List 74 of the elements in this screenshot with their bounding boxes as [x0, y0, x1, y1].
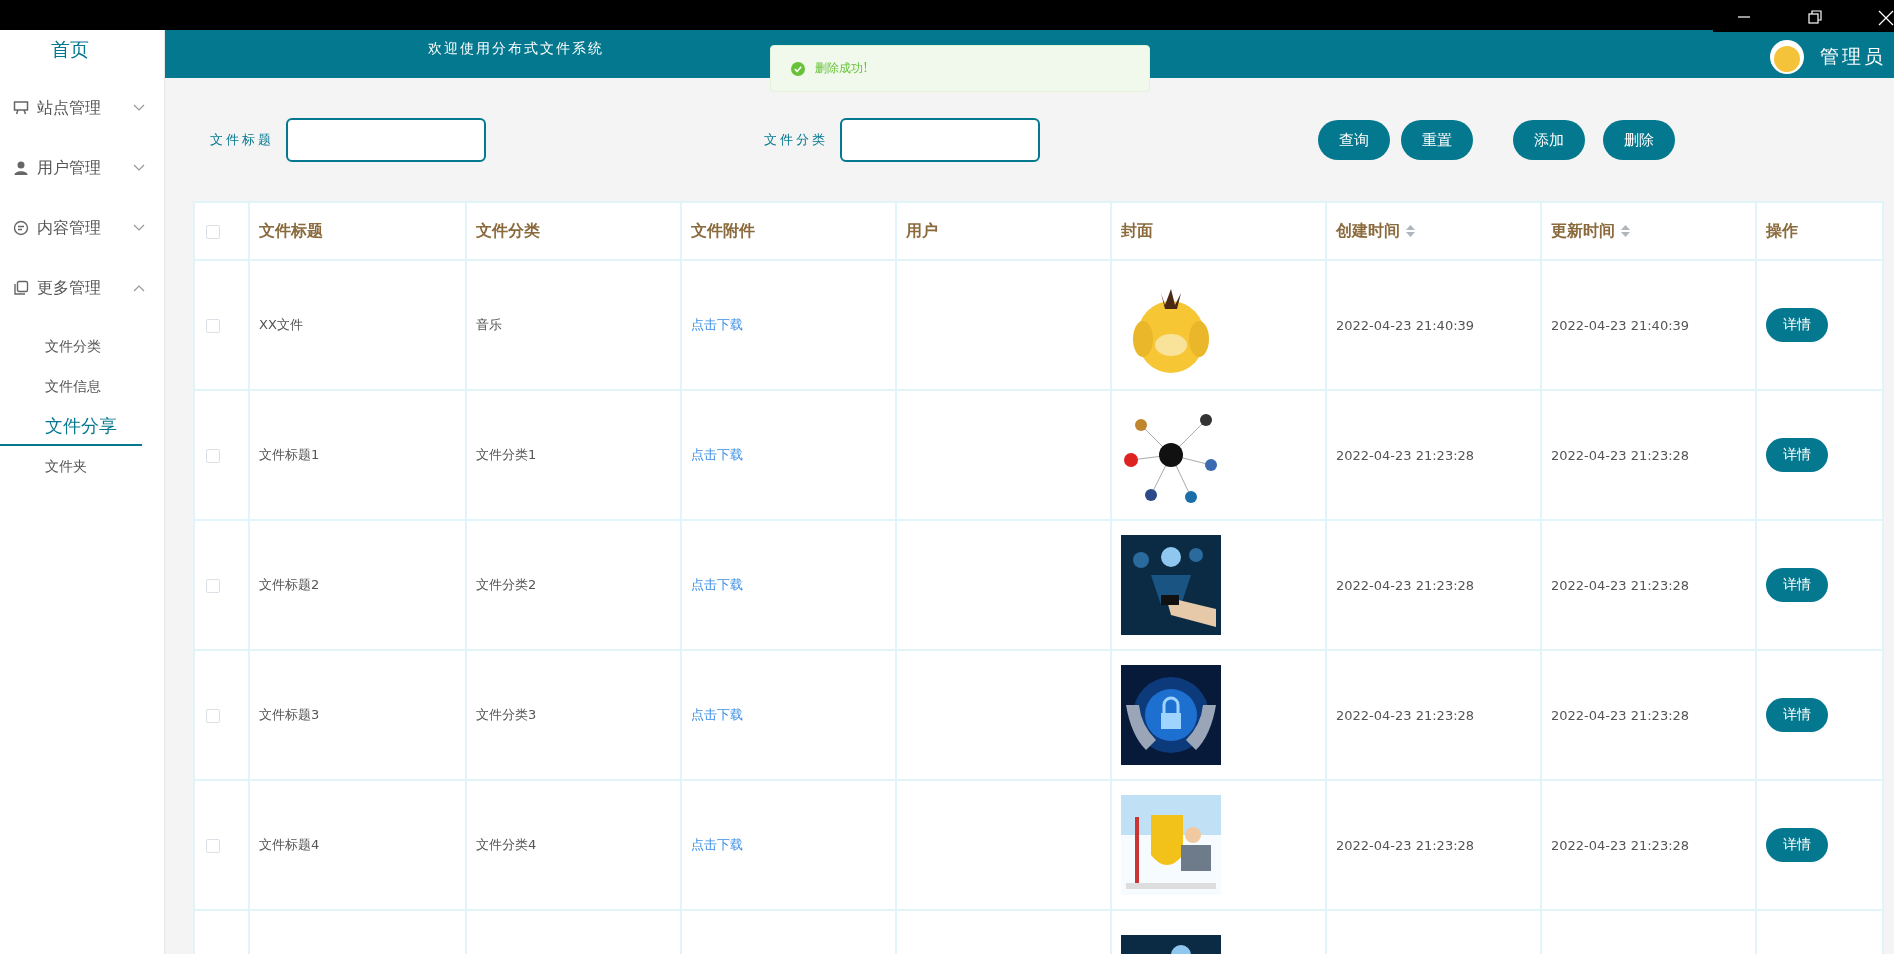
- column-header: 更新时间: [1551, 220, 1615, 240]
- column-header: 封面: [1121, 220, 1153, 240]
- table-cell: 2022-04-23 21:23:28: [1551, 837, 1690, 853]
- table-cell: 文件分类2: [476, 577, 537, 592]
- close-icon[interactable]: [1878, 10, 1894, 26]
- action-button[interactable]: 查询: [1318, 120, 1390, 160]
- details-button[interactable]: 详情: [1766, 308, 1828, 342]
- sort-icon[interactable]: [1406, 225, 1415, 237]
- copy-icon: [13, 280, 29, 296]
- avatar-icon[interactable]: [1770, 40, 1804, 74]
- table-cell: 文件标题2: [259, 577, 320, 592]
- table-cell: 文件标题3: [259, 707, 320, 722]
- table-cell: 2022-04-23 21:23:28: [1336, 577, 1475, 593]
- action-button[interactable]: 添加: [1513, 120, 1585, 160]
- column-header: 用户: [906, 220, 938, 240]
- table-cell: 2022-04-23 21:23:28: [1551, 707, 1690, 723]
- column-header: 文件分类: [476, 220, 540, 240]
- submenu-item[interactable]: 文件夹: [0, 446, 141, 486]
- table-cell: 2022-04-23 21:23:28: [1336, 837, 1475, 853]
- table-cell: 2022-04-23 21:23:28: [1336, 707, 1475, 723]
- sort-icon[interactable]: [1621, 225, 1630, 237]
- details-button[interactable]: 详情: [1766, 568, 1828, 602]
- table-cell: 文件分类4: [476, 837, 537, 852]
- submenu-item[interactable]: 文件分享: [0, 406, 142, 446]
- checkbox[interactable]: [206, 708, 220, 723]
- table-cell: XX文件: [259, 317, 303, 332]
- checkbox[interactable]: [206, 318, 220, 333]
- restore-icon[interactable]: [1807, 10, 1822, 24]
- download-link[interactable]: 点击下载: [691, 447, 743, 462]
- menu-item[interactable]: 内容管理: [0, 198, 164, 258]
- table-cell: 2022-04-23 21:23:28: [1551, 447, 1690, 463]
- checkbox[interactable]: [206, 578, 220, 593]
- table-cell: 文件分类3: [476, 707, 537, 722]
- menu-item[interactable]: 用户管理: [0, 138, 164, 198]
- download-link[interactable]: 点击下载: [691, 577, 743, 592]
- menu-item[interactable]: 站点管理: [0, 78, 164, 138]
- submenu-item[interactable]: 文件信息: [0, 366, 141, 406]
- easel-icon: [13, 100, 29, 116]
- action-button[interactable]: 删除: [1603, 120, 1675, 160]
- input-field[interactable]: [286, 118, 486, 162]
- column-header: 操作: [1766, 220, 1798, 240]
- checkbox[interactable]: [206, 448, 220, 463]
- table-cell: 音乐: [476, 317, 502, 332]
- table-cell: 文件分类1: [476, 447, 537, 462]
- details-button[interactable]: 详情: [1766, 698, 1828, 732]
- download-link[interactable]: 点击下载: [691, 837, 743, 852]
- table-cell: 2022-04-23 21:23:28: [1551, 577, 1690, 593]
- menu-item[interactable]: 更多管理: [0, 258, 164, 318]
- column-header: 文件附件: [691, 220, 755, 240]
- table-cell: 文件标题1: [259, 447, 320, 462]
- user-name[interactable]: 管理员: [1820, 44, 1886, 70]
- table-cell: 文件标题4: [259, 837, 320, 852]
- table-cell: 2022-04-23 21:23:28: [1336, 447, 1475, 463]
- checkbox[interactable]: [206, 225, 220, 239]
- check-circle-icon: [791, 61, 805, 76]
- person-icon: [13, 160, 29, 176]
- table-cell: 2022-04-23 21:40:39: [1336, 317, 1475, 333]
- submenu-item[interactable]: 文件分类: [0, 326, 141, 366]
- input-field[interactable]: [840, 118, 1040, 162]
- home-link[interactable]: 首页: [0, 30, 164, 78]
- action-button[interactable]: 重置: [1401, 120, 1473, 160]
- success-toast: 删除成功!: [770, 45, 1150, 92]
- details-button[interactable]: 详情: [1766, 828, 1828, 862]
- column-header: 文件标题: [259, 220, 323, 240]
- download-link[interactable]: 点击下载: [691, 317, 743, 332]
- checkbox[interactable]: [206, 838, 220, 853]
- field-label: 文件标题: [210, 131, 274, 149]
- chat-icon: [13, 220, 29, 236]
- field-label: 文件分类: [764, 131, 828, 149]
- table-cell: 2022-04-23 21:40:39: [1551, 317, 1690, 333]
- welcome-title: 欢迎使用分布式文件系统: [428, 40, 604, 58]
- details-button[interactable]: 详情: [1766, 438, 1828, 472]
- download-link[interactable]: 点击下载: [691, 707, 743, 722]
- column-header: 创建时间: [1336, 220, 1400, 240]
